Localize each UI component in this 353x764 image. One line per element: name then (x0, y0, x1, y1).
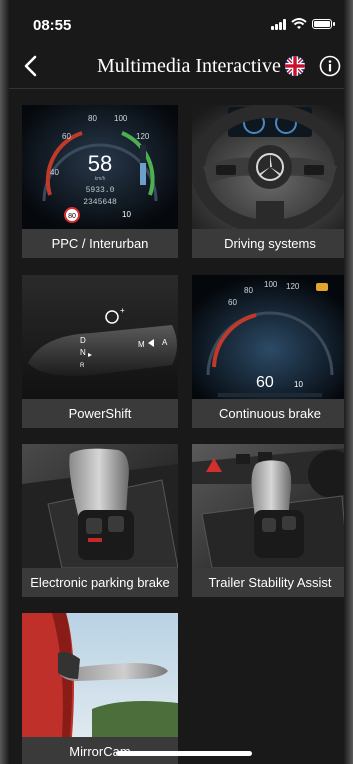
ppc-dashboard-image: 40 60 80 100 120 58 km/h 5933.0 2345648 80 … (22, 105, 178, 229)
wifi-icon (291, 18, 307, 29)
uk-flag-icon (285, 56, 305, 76)
parking-brake-image (22, 444, 178, 568)
status-icons (271, 18, 335, 30)
nav-bar: Multimedia Interactive (9, 44, 344, 89)
gauge-tick: 60 (228, 298, 237, 307)
gear-mode-m: M (138, 340, 145, 349)
gauge-tick: 120 (286, 282, 300, 291)
gear-mode-n: N (80, 348, 86, 357)
trip-readout: 5933.0 (86, 186, 115, 195)
info-icon (319, 55, 341, 77)
gauge-tick: 80 (244, 286, 253, 295)
back-button[interactable] (17, 52, 45, 80)
tile-ppc-interurban[interactable]: 40 60 80 100 120 58 km/h 5933.0 2345648 80 … (22, 105, 178, 258)
mirrorcam-image (22, 613, 178, 737)
gear-lever-image: + D N R M A (22, 275, 178, 399)
svg-text:60: 60 (62, 132, 71, 141)
distance-readout: 10 (122, 210, 131, 219)
tile-driving-systems[interactable]: Driving systems (192, 105, 344, 258)
tile-electronic-parking-brake[interactable]: Electronic parking brake (22, 444, 178, 597)
gear-mode-a: A (162, 338, 168, 347)
tile-label: PowerShift (22, 399, 178, 428)
svg-text:40: 40 (50, 168, 59, 177)
device-bezel-left (0, 0, 9, 764)
gear-mode-d: D (80, 336, 86, 345)
brake-dashboard-image: 60 80 100 120 60 10 (192, 275, 344, 399)
brake-distance-readout: 10 (294, 380, 303, 389)
tile-powershift[interactable]: + D N R M A PowerShift (22, 275, 178, 428)
tile-mirrorcam[interactable]: MirrorCam (22, 613, 178, 764)
speed-readout: 58 (88, 151, 112, 176)
status-bar: 08:55 (9, 0, 344, 44)
brake-speed-readout: 60 (256, 374, 274, 391)
tile-label: Continuous brake (192, 399, 344, 428)
speed-limit-sign: 80 (68, 213, 76, 220)
odometer-readout: 2345648 (83, 198, 117, 207)
device-bezel-right (344, 0, 353, 764)
signal-icon (271, 18, 286, 30)
page-title: Multimedia Interactive (97, 55, 281, 77)
chevron-left-icon (24, 55, 37, 77)
language-button[interactable] (285, 56, 305, 76)
speed-unit: km/h (95, 176, 106, 182)
tile-label: Driving systems (192, 229, 344, 258)
gear-mode-r: R (80, 363, 85, 369)
tile-label: Trailer Stability Assist (192, 568, 344, 597)
gauge-tick: 100 (264, 280, 278, 289)
svg-text:80: 80 (88, 114, 97, 123)
tile-trailer-stability-assist[interactable]: Trailer Stability Assist (192, 444, 344, 597)
home-indicator[interactable] (116, 751, 252, 756)
app-screen: 08:55 Multimedia Interactive 40 60 80 10… (9, 0, 344, 764)
steering-wheel-image (192, 105, 344, 229)
status-time: 08:55 (33, 17, 72, 34)
battery-icon (312, 19, 335, 29)
svg-text:120: 120 (136, 132, 150, 141)
svg-text:+: + (120, 306, 125, 315)
tile-label: PPC / Interurban (22, 229, 178, 258)
info-button[interactable] (319, 55, 341, 77)
tile-continuous-brake[interactable]: 60 80 100 120 60 10 Continuous brake (192, 275, 344, 428)
tile-label: Electronic parking brake (22, 568, 178, 597)
trailer-control-image (192, 444, 344, 568)
svg-text:100: 100 (114, 114, 128, 123)
